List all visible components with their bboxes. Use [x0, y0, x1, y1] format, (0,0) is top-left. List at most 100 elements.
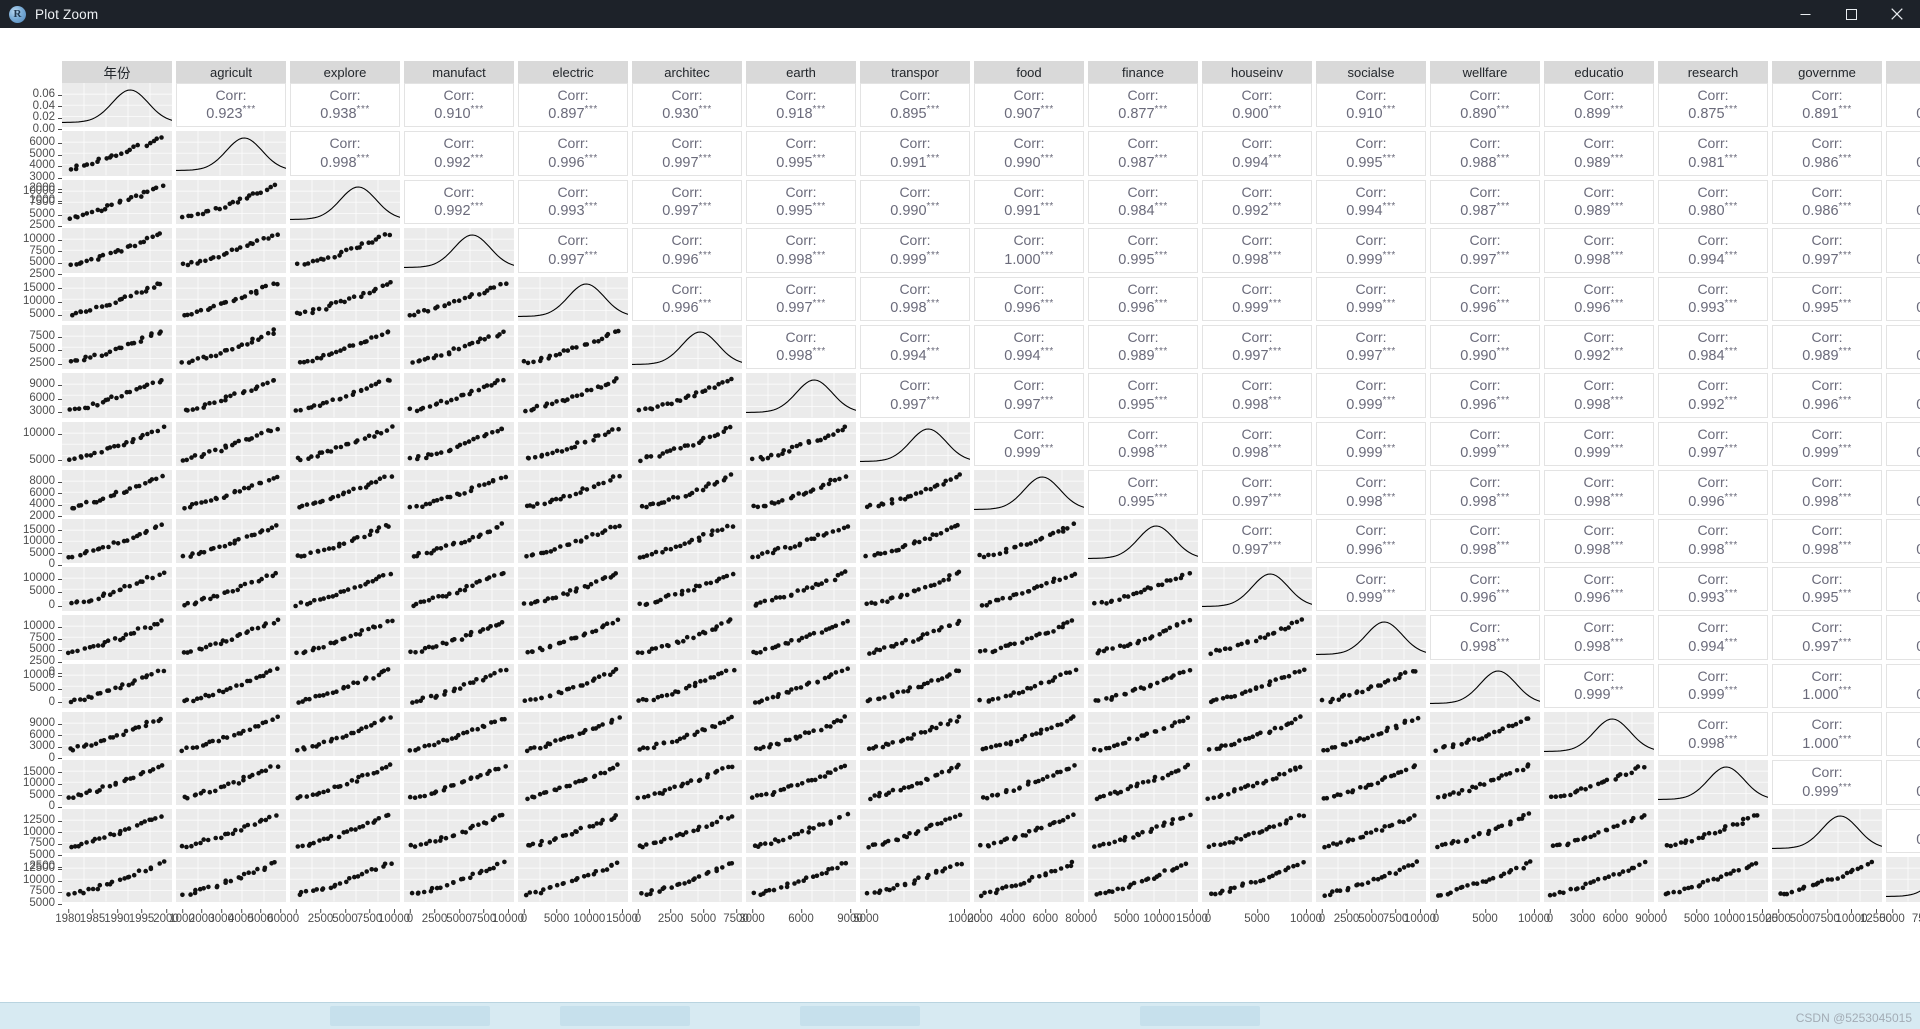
- matrix-row: Corr: 0.998*** Corr: 0.998*** Corr: 0.994*** C…: [62, 615, 1920, 660]
- scatter-panel: [1088, 663, 1198, 709]
- corr-value: 0.998***: [1574, 636, 1624, 655]
- scatter-panel: [290, 808, 400, 854]
- significance-stars: ***: [926, 104, 940, 116]
- corr-label: Corr:: [1013, 86, 1045, 103]
- correlation-cell: Corr: 0.998***: [1202, 421, 1312, 467]
- significance-stars: ***: [1154, 201, 1168, 213]
- scatter-panel: [1430, 712, 1540, 757]
- corr-label: Corr:: [1697, 183, 1729, 200]
- matrix-row: Corr: 0.998*** Corr: 0.992*** Corr: 0.996*** C…: [62, 131, 1920, 176]
- corr-value: 0.995***: [776, 201, 826, 220]
- corr-label: Corr:: [1811, 570, 1843, 587]
- minimize-button[interactable]: [1782, 0, 1828, 28]
- corr-label: Corr:: [1811, 474, 1843, 491]
- correlation-cell: Corr:0.996***: [1316, 518, 1426, 563]
- scatter-panel: [860, 857, 970, 902]
- scatter-panel: [1316, 808, 1426, 854]
- x-tick-label: 1990: [104, 909, 130, 925]
- correlation-cell: Corr:0.993***: [518, 179, 628, 225]
- corr-value: 0.923***: [206, 104, 256, 123]
- correlation-cell: Corr: 0.998***: [746, 324, 856, 370]
- x-tick-label: 2500: [1765, 909, 1791, 925]
- significance-stars: ***: [1724, 346, 1738, 358]
- scatter-panel: [290, 615, 400, 660]
- density-panel: [860, 421, 970, 467]
- scatter-panel: [404, 324, 514, 370]
- watermark: CSDN @5253045015: [1795, 1011, 1912, 1025]
- correlation-cell: Corr: 0.923***: [176, 83, 286, 128]
- significance-stars: ***: [1496, 394, 1510, 406]
- significance-stars: ***: [1610, 201, 1624, 213]
- scatter-panel: [518, 373, 628, 418]
- y-tick-label: 10000: [23, 427, 62, 440]
- significance-stars: ***: [1724, 201, 1738, 213]
- x-tick-label: 0: [1660, 909, 1668, 925]
- scatter-panel: [404, 566, 514, 612]
- corr-value: 0.998***: [776, 346, 826, 365]
- significance-stars: ***: [1838, 781, 1852, 793]
- scatter-panel: [290, 324, 400, 370]
- corr-value: 0.890***: [1460, 104, 1510, 123]
- significance-stars: ***: [1382, 298, 1396, 310]
- density-panel: [746, 373, 856, 418]
- scatter-panel: [404, 712, 514, 757]
- density-panel: [1202, 566, 1312, 612]
- correlation-cell: Corr: 0.900***: [1202, 83, 1312, 128]
- y-tick-group: 12500 10000 7500 5000 2500: [0, 814, 62, 872]
- taskbar-item[interactable]: [330, 1006, 490, 1026]
- significance-stars: ***: [1838, 733, 1852, 745]
- correlation-cell: Corr: 0.995***: [1772, 566, 1882, 612]
- correlation-cell: Corr: 0.997***: [1316, 324, 1426, 370]
- y-tick-label: 5000: [29, 683, 62, 695]
- correlation-cell: Corr: 0.998***: [1088, 421, 1198, 467]
- taskbar-item[interactable]: [560, 1006, 690, 1026]
- x-tick-label: 1995: [128, 909, 155, 925]
- correlation-cell: Corr:0.990***: [974, 131, 1084, 176]
- corr-value: 0.993***: [1688, 298, 1738, 316]
- close-button[interactable]: [1874, 0, 1920, 28]
- x-tick-label: 5000: [1113, 909, 1140, 925]
- scatter-panel: [632, 470, 742, 515]
- correlation-cell: Corr:0.993***: [1658, 276, 1768, 321]
- corr-label: Corr:: [1241, 522, 1273, 539]
- scatter-panel: [1088, 857, 1198, 902]
- matrix-row: Corr: 0.998*** Corr: 0.994*** Corr: 0.994*** C…: [62, 324, 1920, 370]
- y-tick-label: 10000: [23, 536, 62, 548]
- corr-value: 0.998***: [1802, 491, 1852, 510]
- significance-stars: ***: [1724, 443, 1738, 455]
- correlation-cell: Corr: 0.992***: [1544, 324, 1654, 370]
- column-header-row: 年份 agricult explore manufact electric archite…: [62, 61, 1920, 83]
- corr-label: Corr:: [785, 328, 817, 345]
- column-header-16: others: [1886, 61, 1920, 83]
- scatter-panel: [290, 663, 400, 709]
- scatter-panel: [518, 470, 628, 515]
- corr-label: Corr:: [1583, 667, 1615, 684]
- corr-value: 0.992***: [434, 152, 484, 171]
- column-header-1: agricult: [176, 61, 286, 83]
- significance-stars: ***: [1724, 539, 1738, 551]
- corr-label: Corr:: [899, 232, 931, 249]
- correlation-cell: Corr:0.996***: [1544, 276, 1654, 321]
- significance-stars: ***: [1382, 201, 1396, 213]
- significance-stars: ***: [926, 346, 940, 358]
- correlation-cell: Corr: 0.998***: [1658, 518, 1768, 563]
- scatter-panel: [974, 760, 1084, 805]
- taskbar[interactable]: [0, 1002, 1920, 1029]
- corr-value: 0.998***: [776, 249, 826, 268]
- density-panel: [1430, 663, 1540, 709]
- scatter-panel: [518, 663, 628, 709]
- correlation-cell: Corr: 0.999***: [974, 421, 1084, 467]
- correlation-cell: Corr: 0.995***: [1088, 373, 1198, 418]
- corr-value: 0.999***: [1232, 298, 1282, 316]
- corr-label: Corr:: [671, 135, 703, 152]
- taskbar-item[interactable]: [800, 1006, 920, 1026]
- maximize-button[interactable]: [1828, 0, 1874, 28]
- corr-value: 0.990***: [1916, 734, 1920, 753]
- y-tick-label: 0: [49, 599, 63, 612]
- density-panel: [1658, 760, 1768, 805]
- taskbar-item[interactable]: [1140, 1006, 1260, 1026]
- y-tick-label: 0: [49, 801, 63, 813]
- x-tick-label: 0: [1090, 909, 1098, 925]
- window-titlebar[interactable]: R Plot Zoom: [0, 0, 1920, 28]
- scatter-panel: [632, 857, 742, 902]
